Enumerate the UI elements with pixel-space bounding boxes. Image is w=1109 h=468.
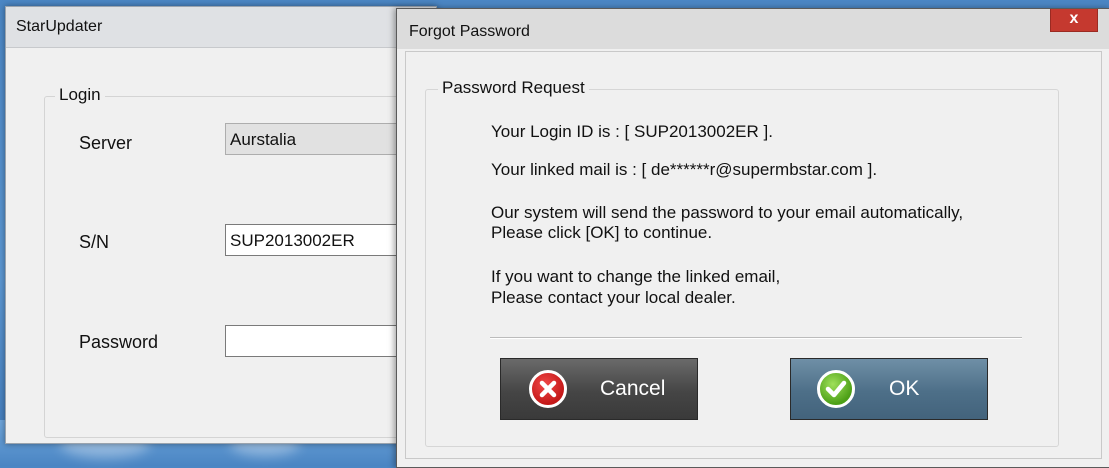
x-circle-icon [529,370,567,408]
send-info-line-2: Please click [OK] to continue. [491,223,713,242]
login-group-legend: Login [55,85,105,105]
close-icon: x [1069,10,1079,27]
linked-mail-text: Your linked mail is : [ de******r@superm… [491,160,878,179]
send-info-line-1: Our system will send the password to you… [491,203,964,222]
cancel-button[interactable]: Cancel [500,358,698,420]
cancel-button-label: Cancel [600,377,666,400]
window-title: StarUpdater [6,7,436,48]
separator-line [490,337,1022,339]
login-id-text: Your Login ID is : [ SUP2013002ER ]. [491,122,773,141]
server-label: Server [79,133,133,153]
change-info-line-2: Please contact your local dealer. [491,288,736,307]
starupdater-window: StarUpdater Login Server Aurstalia S/N S… [5,6,440,444]
forgot-password-dialog: Forgot Password x Password Request Your … [396,8,1109,468]
check-circle-icon [817,370,855,408]
password-request-legend: Password Request [438,78,589,98]
dialog-title: Forgot Password [397,9,1109,49]
change-info-line-1: If you want to change the linked email, [491,267,781,286]
ok-button[interactable]: OK [790,358,988,420]
sn-label: S/N [79,232,110,252]
close-button[interactable]: x [1050,9,1098,32]
window-body: Login Server Aurstalia S/N SUP2013002ER … [6,48,440,443]
ok-button-label: OK [889,377,920,400]
password-label: Password [79,332,159,352]
